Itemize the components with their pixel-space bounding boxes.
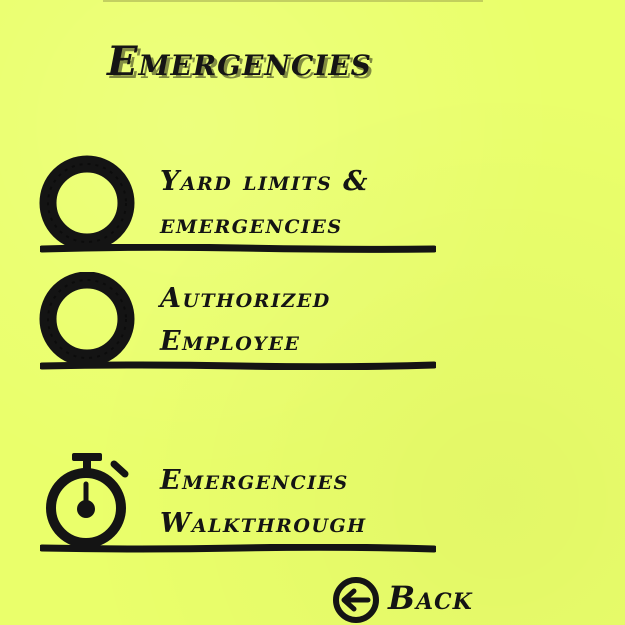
arrow-left-circle-icon xyxy=(333,577,379,623)
back-label: Back xyxy=(388,579,473,617)
menu-item-yard-limits[interactable]: Yard limits & emergencies xyxy=(38,154,438,254)
menu-item-label-line2: emergencies xyxy=(160,209,343,240)
menu-item-authorized-employee[interactable]: Authorized Employee xyxy=(38,272,438,372)
menu-item-label-line1: Emergencies xyxy=(160,465,349,496)
menu-item-label: Authorized Employee xyxy=(160,277,430,363)
menu-item-label-line1: Authorized xyxy=(160,283,331,314)
menu-item-underline xyxy=(40,361,436,370)
menu-item-label-line1: Yard limits & xyxy=(160,166,369,197)
page-title: Emergencies xyxy=(107,38,372,85)
back-button[interactable]: Back xyxy=(331,575,481,625)
menu-item-label-line2: Walkthrough xyxy=(160,508,367,539)
menu-item-underline xyxy=(40,544,436,553)
stopwatch-icon xyxy=(46,453,129,548)
menu-item-label: Emergencies Walkthrough xyxy=(160,459,430,545)
menu-item-label-line2: Employee xyxy=(160,326,301,357)
circle-outline-icon xyxy=(39,272,135,367)
menu-item-walkthrough[interactable]: Emergencies Walkthrough xyxy=(38,452,438,553)
top-edge-divider xyxy=(103,0,483,2)
circle-outline-icon xyxy=(39,155,135,251)
menu-item-underline xyxy=(40,244,436,253)
menu-item-label: Yard limits & emergencies xyxy=(160,160,430,246)
